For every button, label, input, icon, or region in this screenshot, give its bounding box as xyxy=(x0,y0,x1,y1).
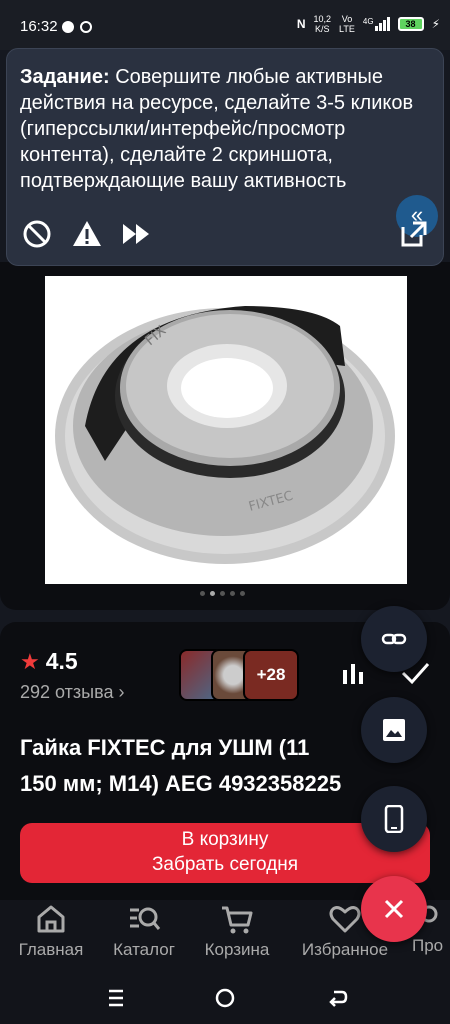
net-speed-value: 10,2 xyxy=(313,14,332,24)
menu-icon[interactable] xyxy=(104,986,128,1010)
volte-label: Vo xyxy=(341,14,353,24)
block-icon[interactable] xyxy=(22,219,52,249)
heart-icon xyxy=(329,906,361,933)
star-icon: ★ xyxy=(20,648,40,674)
pagination-dot-active xyxy=(210,591,215,596)
cart-icon xyxy=(222,906,253,934)
status-bar: 16:32 N 10,2 K/S Vo LTE 4G 38 ⚡ xyxy=(0,0,450,50)
close-icon xyxy=(384,899,404,919)
pagination-dot xyxy=(240,591,245,596)
pagination-dot xyxy=(230,591,235,596)
close-fab-button[interactable] xyxy=(361,876,427,942)
cart-button-label: В корзину xyxy=(181,829,269,850)
link-icon xyxy=(381,633,407,645)
review-photos[interactable]: +28 xyxy=(179,649,299,701)
charging-icon: ⚡ xyxy=(431,17,440,31)
cart-button-sublabel: Забрать сегодня xyxy=(151,854,299,875)
image-icon xyxy=(383,719,405,741)
warning-icon[interactable] xyxy=(72,219,102,249)
nav-label-catalog: Каталог xyxy=(113,940,175,959)
reviews-count: 292 отзыва xyxy=(20,682,114,702)
task-text: Задание: Совершите любые активные действ… xyxy=(20,64,420,194)
volte: Vo LTE xyxy=(339,14,355,34)
external-link-icon[interactable] xyxy=(399,219,429,249)
copy-link-button[interactable] xyxy=(361,606,427,672)
nav-label-cart: Корзина xyxy=(204,940,270,959)
lte-label: LTE xyxy=(339,24,355,34)
back-icon[interactable] xyxy=(326,986,350,1010)
product-image[interactable]: FIX FIXTEC xyxy=(45,276,407,584)
home-icon xyxy=(37,905,65,933)
status-right: N 10,2 K/S Vo LTE 4G 38 ⚡ xyxy=(297,14,440,34)
gallery-pagination xyxy=(200,591,245,596)
app-notification-icon xyxy=(80,21,92,33)
pagination-dot xyxy=(200,591,205,596)
nav-label-favorites: Избранное xyxy=(301,940,389,959)
signal-type: 4G xyxy=(362,17,374,26)
chevron-right-icon: › xyxy=(118,682,125,702)
catalog-search-icon xyxy=(130,907,161,930)
device-button[interactable] xyxy=(361,786,427,852)
screenshot-button[interactable] xyxy=(361,697,427,763)
task-overlay: Задание: Совершите любые активные действ… xyxy=(6,48,444,266)
nfc-icon: N xyxy=(296,17,306,31)
nav-item-cart[interactable]: Корзина xyxy=(187,902,287,960)
nav-item-catalog[interactable]: Каталог xyxy=(94,902,194,960)
battery-icon: 38 xyxy=(397,17,424,31)
status-time: 16:32 xyxy=(20,18,58,35)
signal-icon: 4G xyxy=(363,17,390,31)
pagination-dot xyxy=(220,591,225,596)
phone-icon xyxy=(384,805,404,833)
net-speed-unit: K/S xyxy=(315,24,330,34)
task-label: Задание: xyxy=(20,66,110,88)
home-button-icon[interactable] xyxy=(213,986,237,1010)
more-photos-count: +28 xyxy=(256,665,286,684)
chat-notification-icon xyxy=(62,21,74,33)
nav-label-home: Главная xyxy=(18,940,84,959)
net-speed: 10,2 K/S xyxy=(314,14,332,34)
rating-value: 4.5 xyxy=(45,648,78,674)
nav-item-home[interactable]: Главная xyxy=(1,902,101,960)
reviews-link[interactable]: 292 отзыва › xyxy=(20,682,124,703)
fast-forward-icon[interactable] xyxy=(121,219,151,249)
product-rating[interactable]: ★ 4.5 xyxy=(20,648,78,675)
nav-label-profile: Про xyxy=(412,936,444,955)
product-title-line2: 150 мм; М14) AEG 4932358225 xyxy=(20,771,342,796)
compare-icon[interactable] xyxy=(340,660,366,686)
more-photos-thumbnail[interactable]: +28 xyxy=(243,649,299,701)
product-title-line1: Гайка FIXTEC для УШМ (11 xyxy=(20,735,310,760)
